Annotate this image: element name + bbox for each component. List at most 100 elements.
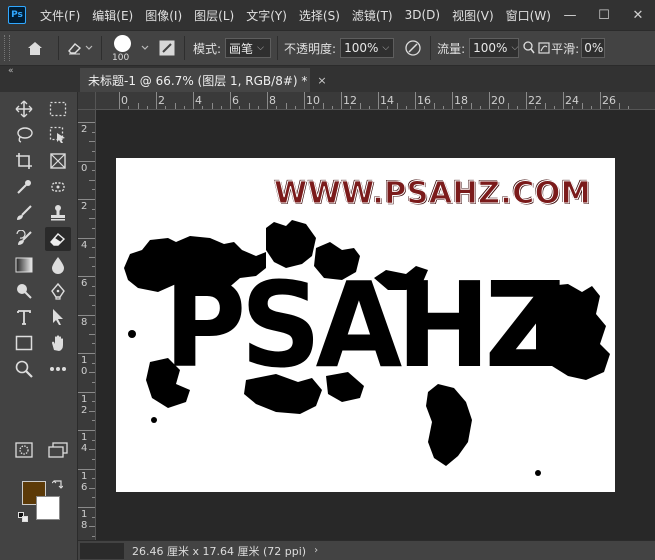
eraser-icon[interactable] — [45, 227, 71, 251]
ruler-minor-tick — [211, 103, 213, 109]
status-bar: 26.46 厘米 x 17.64 厘米 (72 ppi) › — [78, 540, 655, 560]
spot-healing-icon[interactable] — [45, 175, 71, 199]
default-colors-icon[interactable] — [18, 512, 28, 522]
ruler-minor-tick — [89, 256, 95, 258]
minimize-button[interactable]: — — [553, 0, 587, 30]
dodge-icon[interactable] — [11, 279, 37, 303]
rectangle-shape-icon[interactable] — [11, 331, 37, 355]
ruler-tick — [119, 92, 120, 109]
close-window-button[interactable]: ✕ — [621, 0, 655, 30]
horizontal-ruler[interactable]: 0 2 4 6 8 10 12 14 16 18 20 22 24 26 — [96, 92, 655, 110]
vertical-ruler[interactable]: 2 0 2 4 6 8 1 0 1 2 1 4 1 6 1 8 — [78, 110, 96, 540]
ruler-label: 2 — [158, 94, 165, 107]
ruler-minor-tick — [618, 103, 620, 109]
ruler-label: 10 — [306, 94, 320, 107]
options-grip[interactable] — [4, 35, 10, 61]
move-tool-icon[interactable] — [11, 97, 37, 121]
screen-mode-icon[interactable] — [45, 438, 71, 462]
ruler-tick — [563, 92, 564, 109]
ruler-tick — [415, 92, 416, 109]
flow-input[interactable]: 100% ⌵ — [469, 38, 520, 58]
ruler-minor-tick — [89, 179, 95, 181]
clone-stamp-icon[interactable] — [45, 201, 71, 225]
ruler-minor-tick — [174, 103, 176, 109]
ruler-tick — [78, 430, 95, 431]
object-selection-icon[interactable] — [45, 123, 71, 147]
brush-size-value: 100 — [112, 53, 130, 63]
airbrush-icon[interactable] — [521, 37, 537, 59]
hand-icon[interactable] — [45, 331, 71, 355]
lasso-icon[interactable] — [11, 123, 37, 147]
ruler-label: 14 — [380, 94, 394, 107]
smoothing-input[interactable]: 0% — [581, 38, 606, 58]
background-color-swatch[interactable] — [36, 496, 60, 520]
ruler-label: 20 — [491, 94, 505, 107]
menu-select[interactable]: 选择(S) — [293, 7, 346, 24]
ruler-minor-tick — [396, 103, 398, 109]
home-icon[interactable] — [24, 37, 46, 59]
menu-image[interactable]: 图像(I) — [139, 7, 188, 24]
status-menu-arrow[interactable]: › — [314, 545, 318, 556]
pressure-opacity-icon[interactable] — [402, 37, 424, 59]
path-selection-icon[interactable] — [45, 305, 71, 329]
ruler-tick — [78, 199, 95, 200]
pen-icon[interactable] — [45, 279, 71, 303]
main-text-layer: PSAHZ — [164, 256, 566, 394]
ruler-tick — [230, 92, 231, 109]
ruler-label: 6 — [81, 278, 88, 289]
maximize-button[interactable]: ☐ — [587, 0, 621, 30]
menu-edit[interactable]: 编辑(E) — [86, 7, 139, 24]
ruler-minor-tick — [359, 103, 361, 109]
zoom-icon[interactable] — [11, 357, 37, 381]
eraser-preset-icon[interactable] — [65, 37, 95, 59]
menu-window[interactable]: 窗口(W) — [500, 7, 557, 24]
separator — [58, 36, 59, 60]
ruler-label: 0 — [121, 94, 128, 107]
swap-colors-icon[interactable] — [51, 480, 64, 494]
ruler-label: 12 — [343, 94, 357, 107]
brush-icon[interactable] — [11, 201, 37, 225]
ruler-label: 2 — [81, 201, 88, 212]
opacity-input[interactable]: 100% ⌵ — [340, 38, 395, 58]
ruler-label: 1 2 — [81, 393, 88, 416]
mode-value: 画笔 — [229, 41, 254, 56]
crop-icon[interactable] — [11, 149, 37, 173]
menu-3d[interactable]: 3D(D) — [399, 8, 446, 22]
frame-icon[interactable] — [45, 149, 71, 173]
eyedropper-icon[interactable] — [11, 175, 37, 199]
ruler-label: 2 — [81, 124, 88, 135]
menu-filter[interactable]: 滤镜(T) — [346, 7, 399, 24]
menu-view[interactable]: 视图(V) — [446, 7, 500, 24]
ruler-tick — [78, 122, 95, 123]
options-bar: 100 模式: 画笔 ⌵ 不透明度: 100% ⌵ 流量: 100% ⌵ 平滑:… — [0, 30, 655, 66]
close-tab-icon[interactable]: × — [317, 74, 326, 87]
ruler-minor-tick — [433, 103, 435, 109]
rectangular-marquee-icon[interactable] — [45, 97, 71, 121]
ruler-minor-tick — [89, 295, 95, 297]
ruler-label: 1 8 — [81, 509, 88, 531]
type-icon[interactable] — [11, 305, 37, 329]
ruler-minor-tick — [89, 372, 95, 374]
chevron-down-icon[interactable] — [138, 37, 152, 59]
ruler-origin[interactable] — [78, 92, 96, 110]
document-tab[interactable]: 未标题-1 @ 66.7% (图层 1, RGB/8#) * × — [80, 68, 327, 92]
gradient-icon[interactable] — [11, 253, 37, 277]
ruler-label: 24 — [565, 94, 579, 107]
opacity-label: 不透明度: — [284, 41, 337, 56]
history-brush-icon[interactable] — [11, 227, 37, 251]
menu-type[interactable]: 文字(Y) — [240, 7, 293, 24]
ruler-tick — [489, 92, 490, 109]
quick-mask-icon[interactable] — [11, 438, 37, 462]
brush-settings-icon[interactable] — [156, 37, 178, 59]
zoom-level-field[interactable] — [80, 542, 124, 559]
more-tools-icon[interactable] — [45, 357, 71, 381]
menu-file[interactable]: 文件(F) — [34, 7, 86, 24]
brush-size-picker[interactable]: 100 — [108, 33, 138, 63]
document-canvas[interactable]: WWW.PSAHZ.COM PSAHZ — [116, 158, 615, 492]
ruler-tick — [78, 391, 95, 393]
ruler-minor-tick — [470, 103, 472, 109]
collapse-panel-button[interactable]: « — [8, 66, 14, 76]
mode-select[interactable]: 画笔 ⌵ — [225, 38, 272, 58]
blur-icon[interactable] — [45, 253, 71, 277]
menu-layer[interactable]: 图层(L) — [188, 7, 240, 24]
